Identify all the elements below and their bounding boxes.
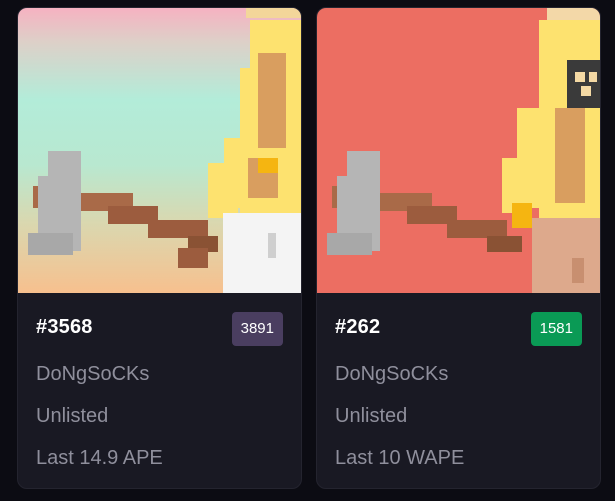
listing-status: Unlisted xyxy=(335,405,408,427)
nft-card[interactable]: #262 1581 DoNgSoCKs Unlisted Last 10 WAP… xyxy=(316,7,601,489)
rarity-rank-badge: 1581 xyxy=(530,312,582,346)
rarity-rank-badge: 3891 xyxy=(231,312,283,346)
last-sale-price: Last 10 WAPE xyxy=(335,447,465,469)
last-sale-price: Last 14.9 APE xyxy=(36,447,163,469)
nft-artwork-image xyxy=(317,8,600,293)
collection-name: DoNgSoCKs xyxy=(335,363,449,385)
nft-card[interactable]: #3568 3891 DoNgSoCKs Unlisted Last 14.9 … xyxy=(17,7,302,489)
collection-name: DoNgSoCKs xyxy=(36,363,150,385)
token-title: #3568 xyxy=(36,316,93,338)
nft-artwork-image xyxy=(18,8,301,293)
listing-status: Unlisted xyxy=(36,405,109,427)
token-title: #262 xyxy=(335,316,381,338)
